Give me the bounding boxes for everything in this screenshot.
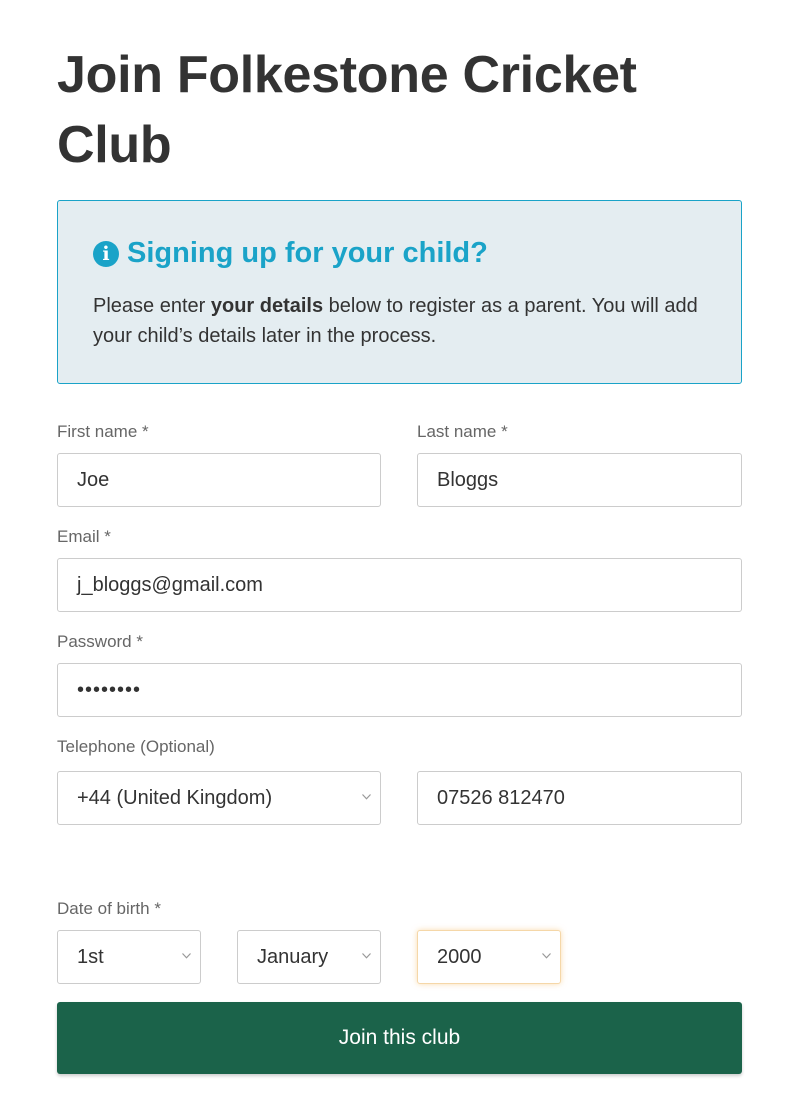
date-of-birth-label: Date of birth * — [57, 899, 161, 918]
telephone-label: Telephone (Optional) — [57, 737, 215, 756]
password-label: Password * — [57, 632, 143, 651]
chevron-down-icon — [362, 953, 371, 961]
dob-month-value: January — [257, 946, 329, 968]
notice-text-bold: your details — [210, 295, 324, 317]
dob-day-value: 1st — [77, 946, 104, 968]
email-input[interactable]: j_bloggs@gmail.com — [57, 558, 742, 612]
notice-text: Please enter your details below to regis… — [93, 291, 713, 351]
last-name-input[interactable]: Bloggs — [417, 453, 742, 507]
info-circle-icon: i — [93, 240, 119, 267]
last-name-label: Last name * — [417, 422, 508, 441]
dob-day-select[interactable]: 1st — [57, 930, 201, 984]
chevron-down-icon — [362, 794, 371, 802]
password-input[interactable]: •••••••• — [57, 663, 742, 717]
notice-heading-text: Signing up for your child? — [127, 237, 488, 269]
telephone-number-input[interactable]: 07526 812470 — [417, 771, 742, 825]
parent-notice-box: i Signing up for your child? Please ente… — [57, 200, 742, 384]
dob-year-select[interactable]: 2000 — [417, 930, 561, 984]
notice-heading: i Signing up for your child? — [93, 237, 488, 270]
first-name-input[interactable]: Joe — [57, 453, 381, 507]
country-code-select[interactable]: +44 (United Kingdom) — [57, 771, 381, 825]
country-code-value: +44 (United Kingdom) — [77, 787, 273, 809]
dob-year-value: 2000 — [437, 946, 482, 968]
join-club-button[interactable]: Join this club — [57, 1002, 742, 1074]
chevron-down-icon — [542, 953, 551, 961]
first-name-label: First name * — [57, 422, 149, 441]
notice-text-before: Please enter — [93, 295, 211, 317]
email-label: Email * — [57, 527, 111, 546]
chevron-down-icon — [182, 953, 191, 961]
page-title: Join Folkestone Cricket Club — [57, 46, 637, 174]
dob-month-select[interactable]: January — [237, 930, 381, 984]
